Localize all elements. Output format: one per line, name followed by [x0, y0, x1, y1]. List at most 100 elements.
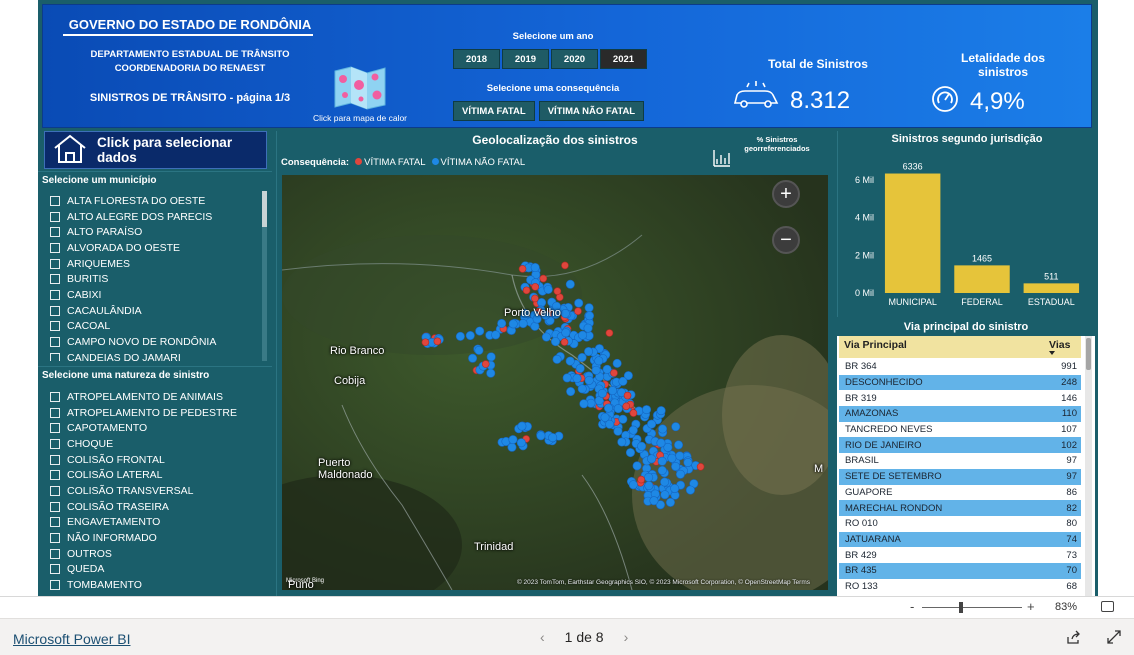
fatal-point[interactable] [610, 369, 618, 377]
natureza-item[interactable]: QUEDA [50, 562, 265, 578]
table-row[interactable]: TANCREDO NEVES 107 [839, 421, 1081, 438]
nonfatal-point[interactable] [658, 424, 668, 434]
bar-municipal[interactable] [884, 173, 941, 293]
table-row[interactable]: RO 010 80 [839, 515, 1081, 532]
nonfatal-point[interactable] [683, 458, 693, 468]
table-row[interactable]: GUAPORE 86 [839, 484, 1081, 501]
checkbox[interactable] [50, 195, 60, 206]
map-canvas[interactable]: Rio Branco Porto Velho Cobija Puerto Mal… [282, 175, 828, 590]
heatmap-map-icon[interactable] [333, 65, 389, 111]
table-row[interactable]: BR 319 146 [839, 390, 1081, 407]
nonfatal-point[interactable] [671, 462, 681, 472]
checkbox[interactable] [50, 548, 60, 559]
nonfatal-point[interactable] [647, 454, 657, 464]
nonfatal-point[interactable] [572, 373, 582, 383]
nonfatal-point[interactable] [518, 319, 528, 329]
nonfatal-point[interactable] [644, 472, 654, 482]
nonfatal-point[interactable] [649, 496, 659, 506]
natureza-item[interactable]: COLISÃO LATERAL [50, 467, 265, 483]
nonfatal-point[interactable] [612, 358, 622, 368]
checkbox[interactable] [50, 501, 60, 512]
bar-estadual[interactable] [1023, 283, 1080, 293]
table-row[interactable]: BRASIL 97 [839, 453, 1081, 469]
nonfatal-point[interactable] [628, 480, 638, 490]
municipio-item[interactable]: ARIQUEMES [50, 256, 265, 272]
nonfatal-point[interactable] [508, 435, 518, 445]
checkbox[interactable] [50, 242, 60, 253]
year-button-2020[interactable]: 2020 [551, 49, 598, 69]
col-header-vias[interactable]: Vias [1047, 336, 1081, 358]
nonfatal-point[interactable] [486, 352, 496, 362]
checkbox[interactable] [50, 517, 60, 528]
fatal-point[interactable] [518, 265, 527, 273]
checkbox[interactable] [50, 211, 60, 222]
fatal-point[interactable] [553, 287, 562, 295]
nonfatal-point[interactable] [565, 356, 575, 366]
nonfatal-point[interactable] [603, 403, 613, 413]
nonfatal-point[interactable] [474, 345, 484, 355]
nonfatal-point[interactable] [583, 323, 593, 333]
municipio-scrollbar[interactable] [262, 191, 267, 361]
nonfatal-point[interactable] [574, 298, 584, 308]
checkbox[interactable] [50, 337, 60, 348]
nonfatal-point[interactable] [508, 319, 518, 329]
nonfatal-point[interactable] [578, 330, 588, 340]
nonfatal-point[interactable] [644, 481, 654, 491]
checkbox[interactable] [50, 580, 60, 591]
table-row[interactable]: SETE DE SETEMBRO 97 [839, 468, 1081, 485]
map-zoom-out-button[interactable]: − [772, 226, 800, 254]
nonfatal-point[interactable] [628, 425, 638, 435]
fatal-point[interactable] [561, 261, 569, 270]
table-row[interactable]: BR 435 70 [839, 562, 1081, 579]
natureza-item[interactable]: OUTROS [50, 546, 265, 562]
fatal-point[interactable] [539, 274, 548, 283]
nonfatal-point[interactable] [600, 412, 610, 422]
nonfatal-point[interactable] [562, 373, 572, 383]
natureza-item[interactable]: CHOQUE [50, 436, 265, 452]
table-row[interactable]: DESCONHECIDO 248 [839, 374, 1081, 391]
nonfatal-point[interactable] [613, 404, 623, 414]
year-button-2021[interactable]: 2021 [600, 49, 647, 69]
nonfatal-point[interactable] [637, 441, 647, 451]
year-button-2019[interactable]: 2019 [502, 49, 549, 69]
municipio-item[interactable]: BURITIS [50, 271, 265, 287]
fatal-point[interactable] [433, 337, 442, 346]
checkbox[interactable] [50, 407, 60, 418]
fatal-point[interactable] [605, 329, 614, 337]
fullscreen-icon[interactable] [1106, 629, 1122, 650]
nonfatal-point[interactable] [657, 456, 667, 466]
nonfatal-point[interactable] [617, 437, 627, 447]
natureza-item[interactable]: CAPOTAMENTO [50, 420, 265, 436]
nonfatal-point[interactable] [577, 353, 587, 363]
zoom-in-button[interactable]: + [1027, 599, 1035, 614]
col-header-via[interactable]: Via Principal [839, 336, 1047, 358]
nonfatal-point[interactable] [579, 399, 589, 409]
nonfatal-point[interactable] [665, 497, 675, 507]
nonfatal-point[interactable] [465, 331, 475, 341]
fatal-point[interactable] [622, 402, 631, 411]
natureza-item[interactable]: COLISÃO FRONTAL [50, 452, 265, 468]
nonfatal-point[interactable] [536, 431, 546, 441]
nonfatal-point[interactable] [584, 347, 594, 357]
municipio-item[interactable]: ALVORADA DO OESTE [50, 240, 265, 256]
nonfatal-point[interactable] [660, 490, 670, 500]
nonfatal-point[interactable] [674, 440, 684, 450]
fatal-point[interactable] [421, 338, 430, 347]
natureza-item[interactable]: ENGAVETAMENTO [50, 515, 265, 531]
prev-page-button[interactable]: ‹ [540, 629, 545, 645]
checkbox[interactable] [50, 533, 60, 544]
nonfatal-point[interactable] [584, 303, 594, 313]
nonfatal-point[interactable] [608, 386, 618, 396]
nonfatal-point[interactable] [642, 405, 652, 415]
consequence-button-fatal[interactable]: VÍTIMA FATAL [453, 101, 535, 121]
heatmap-caption[interactable]: Click para mapa de calor [305, 113, 415, 123]
consequence-button-nonfatal[interactable]: VÍTIMA NÃO FATAL [538, 101, 645, 121]
table-row[interactable]: BR 429 73 [839, 547, 1081, 563]
checkbox[interactable] [50, 305, 60, 316]
nonfatal-point[interactable] [685, 485, 695, 495]
nonfatal-point[interactable] [597, 388, 607, 398]
table-scroll-thumb[interactable] [1086, 338, 1091, 370]
bar-federal[interactable] [954, 265, 1010, 293]
checkbox[interactable] [50, 391, 60, 402]
nonfatal-point[interactable] [656, 406, 666, 416]
